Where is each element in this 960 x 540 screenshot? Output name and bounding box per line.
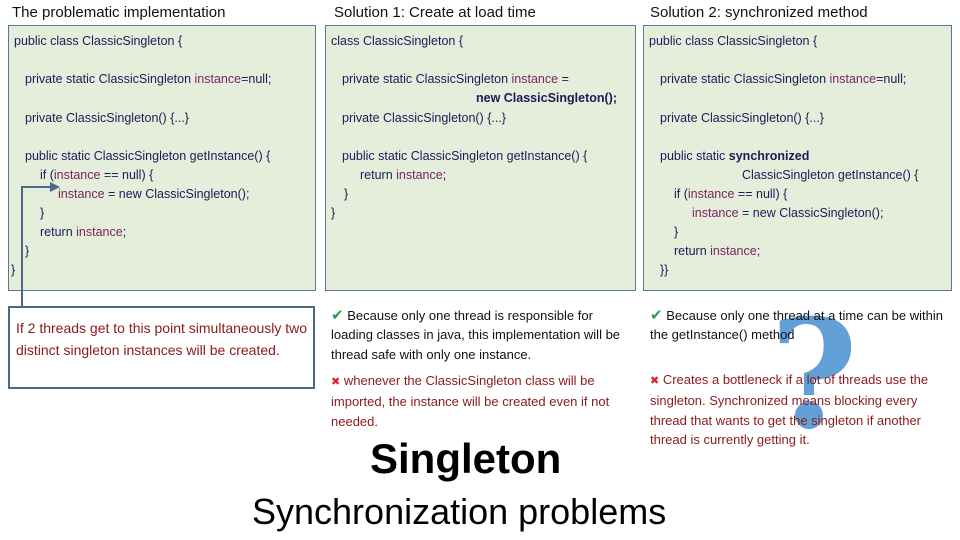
code-box-solution-2: public class ClassicSingleton { private … <box>643 25 952 291</box>
code-fragment: ; <box>756 244 761 258</box>
code-line: ClassicSingleton getInstance() { <box>742 168 919 182</box>
code-line: public class ClassicSingleton { <box>14 34 183 48</box>
code-line: public static ClassicSingleton getInstan… <box>25 149 271 163</box>
code-fragment: == null) { <box>100 168 154 182</box>
code-line: private ClassicSingleton() {...} <box>342 111 506 125</box>
code-line: }} <box>660 263 669 277</box>
variable-token: instance <box>76 225 123 239</box>
code-line: } <box>40 206 45 220</box>
code-line: } <box>11 263 16 277</box>
check-icon: ✔ <box>650 307 663 324</box>
pro-bullet-solution-2: ✔ Because only one thread at a time can … <box>650 306 950 345</box>
code-fragment: private static ClassicSingleton <box>660 72 830 86</box>
code-line: instance = new ClassicSingleton(); <box>692 204 883 223</box>
code-fragment: =null; <box>876 72 907 86</box>
slide-title: Singleton <box>370 435 562 482</box>
code-line: private static ClassicSingleton instance… <box>25 70 271 89</box>
code-fragment: return <box>40 225 77 239</box>
code-fragment: == null) { <box>734 187 788 201</box>
code-line: return instance; <box>360 166 446 185</box>
code-line: instance = new ClassicSingleton(); <box>58 185 249 204</box>
code-line: } <box>674 225 679 239</box>
code-line: public class ClassicSingleton { <box>649 34 818 48</box>
heading-problematic: The problematic implementation <box>12 4 226 21</box>
code-line: private ClassicSingleton() {...} <box>25 111 189 125</box>
code-fragment: =null; <box>241 72 272 86</box>
code-box-solution-1: class ClassicSingleton { private static … <box>325 25 636 291</box>
code-line: public static synchronized <box>660 147 809 166</box>
code-line: public static ClassicSingleton getInstan… <box>342 149 588 163</box>
variable-token: instance <box>710 244 757 258</box>
code-fragment: if ( <box>674 187 688 201</box>
variable-token: instance <box>511 72 559 86</box>
code-line: if (instance == null) { <box>674 185 787 204</box>
code-fragment: return <box>674 244 711 258</box>
check-icon: ✔ <box>331 307 344 324</box>
code-line: } <box>344 187 349 201</box>
cross-icon: ✖ <box>331 376 341 388</box>
code-line: return instance; <box>674 242 760 261</box>
code-box-problematic: public class ClassicSingleton { private … <box>8 25 316 291</box>
code-fragment: if ( <box>40 168 54 182</box>
code-line: } <box>25 244 30 258</box>
code-line: new ClassicSingleton(); <box>476 91 617 105</box>
callout-text: If 2 threads get to this point simultane… <box>16 320 308 358</box>
code-line: } <box>331 206 336 220</box>
heading-solution-1: Solution 1: Create at load time <box>334 4 536 21</box>
code-line: return instance; <box>40 223 126 242</box>
variable-token: instance <box>396 168 443 182</box>
race-condition-callout: If 2 threads get to this point simultane… <box>8 306 315 389</box>
con-text: Creates a bottleneck if a lot of threads… <box>650 372 929 447</box>
heading-solution-2: Solution 2: synchronized method <box>650 4 868 21</box>
code-line: private static ClassicSingleton instance… <box>660 70 906 89</box>
variable-token: instance <box>58 187 105 201</box>
variable-token: instance <box>687 187 735 201</box>
con-bullet-solution-1: ✖ whenever the ClassicSingleton class wi… <box>331 371 621 431</box>
pro-text: Because only one thread at a time can be… <box>650 308 943 343</box>
code-fragment: = <box>558 72 569 86</box>
code-fragment: = new ClassicSingleton(); <box>104 187 250 201</box>
code-line: if (instance == null) { <box>40 166 153 185</box>
code-fragment: public static <box>660 149 729 163</box>
pro-text: Because only one thread is responsible f… <box>331 308 621 362</box>
variable-token: instance <box>692 206 739 220</box>
code-fragment: ; <box>122 225 127 239</box>
slide-subtitle: Synchronization problems <box>252 491 667 532</box>
code-line: class ClassicSingleton { <box>331 34 464 48</box>
variable-token: instance <box>829 72 877 86</box>
con-text: whenever the ClassicSingleton class will… <box>331 373 610 429</box>
variable-token: instance <box>194 72 242 86</box>
variable-token: instance <box>53 168 101 182</box>
code-line: private static ClassicSingleton instance… <box>342 70 569 89</box>
code-fragment: = new ClassicSingleton(); <box>738 206 884 220</box>
code-fragment: ; <box>442 168 447 182</box>
synchronized-keyword: synchronized <box>728 149 810 163</box>
code-fragment: private static ClassicSingleton <box>25 72 195 86</box>
code-line: private ClassicSingleton() {...} <box>660 111 824 125</box>
pro-bullet-solution-1: ✔ Because only one thread is responsible… <box>331 306 631 364</box>
cross-icon: ✖ <box>650 375 660 387</box>
code-fragment: private static ClassicSingleton <box>342 72 512 86</box>
code-fragment: return <box>360 168 397 182</box>
con-bullet-solution-2: ✖ Creates a bottleneck if a lot of threa… <box>650 370 940 449</box>
